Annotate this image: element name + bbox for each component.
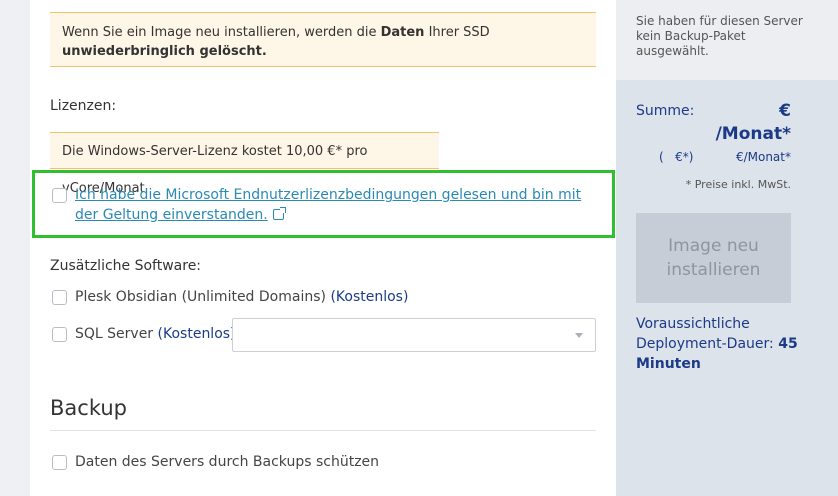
backup-heading: Backup	[50, 396, 127, 420]
sum-period: /Monat*	[715, 124, 791, 144]
chevron-down-icon	[575, 333, 583, 338]
sum-sub-left: ( €*)	[659, 150, 694, 164]
eula-highlight-box	[32, 170, 615, 238]
plesk-label[interactable]: Plesk Obsidian (Unlimited Domains)	[75, 289, 330, 305]
backup-info-box: Sie haben für diesen Server kein Backup-…	[616, 0, 838, 80]
warning-text-pre: Wenn Sie ein Image neu installieren, wer…	[62, 25, 381, 40]
plesk-price: (Kostenlos)	[330, 289, 409, 305]
additional-software-heading: Zusätzliche Software:	[50, 258, 202, 274]
reinstall-image-button[interactable]: Image neu installieren	[636, 213, 791, 303]
warning-text-mid: Ihrer SSD	[424, 25, 490, 40]
no-backup-text: Sie haben für diesen Server kein Backup-…	[636, 14, 803, 58]
warning-text-bold-1: Daten	[380, 25, 425, 40]
warning-text-bold-2: unwiederbringlich gelöscht.	[62, 44, 267, 59]
sql-server-checkbox[interactable]	[52, 327, 67, 342]
sql-server-version-select[interactable]	[232, 318, 596, 352]
backup-divider	[50, 430, 596, 431]
backup-checkbox-label[interactable]: Daten des Servers durch Backups schützen	[75, 454, 379, 470]
sum-sub-right: €/Monat*	[735, 150, 791, 164]
sql-server-price: (Kostenlos)	[157, 326, 236, 342]
licenses-heading: Lizenzen:	[50, 98, 117, 114]
plesk-option-label[interactable]: Plesk Obsidian (Unlimited Domains) (Kost…	[75, 289, 408, 305]
sum-value: € /Monat*	[716, 100, 791, 146]
sum-currency: €	[779, 101, 791, 121]
main-panel: Wenn Sie ein Image neu installieren, wer…	[30, 0, 616, 496]
deployment-label: Voraussichtliche Deployment-Dauer:	[636, 316, 779, 352]
deployment-duration: Voraussichtliche Deployment-Dauer: 45 Mi…	[636, 314, 816, 374]
sum-label: Summe:	[636, 103, 695, 119]
order-summary-sidebar: Sie haben für diesen Server kein Backup-…	[616, 0, 838, 496]
backup-checkbox[interactable]	[52, 455, 67, 470]
sql-server-option-label[interactable]: SQL Server (Kostenlos)	[75, 326, 236, 342]
ssd-warning-alert: Wenn Sie ein Image neu installieren, wer…	[50, 12, 596, 67]
license-cost-note: Die Windows-Server-Lizenz kostet 10,00 €…	[50, 132, 439, 196]
sql-server-label[interactable]: SQL Server	[75, 326, 158, 342]
tax-note: * Preise inkl. MwSt.	[685, 178, 791, 191]
plesk-checkbox[interactable]	[52, 290, 67, 305]
